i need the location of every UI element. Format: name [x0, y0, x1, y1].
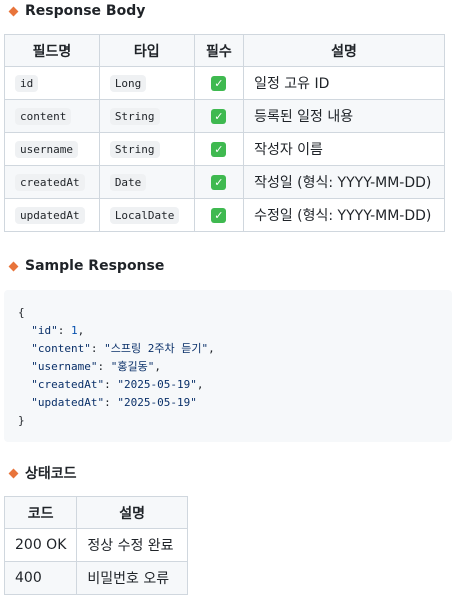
sample-response-title: Sample Response [25, 258, 165, 274]
field-name: createdAt [15, 174, 85, 191]
status-codes-title: 상태코드 [25, 466, 77, 482]
field-name: content [15, 108, 72, 125]
table-row: username String ✓ 작성자 이름 [4, 132, 445, 166]
json-trailing-comma: , [208, 342, 215, 355]
status-description: 정상 수정 완료 [76, 528, 188, 562]
table-header-row: 코드 설명 [3, 496, 188, 529]
status-codes-table: 코드 설명 200 OK 정상 수정 완료 400 비밀번호 오류 [3, 496, 188, 595]
status-codes-heading: 상태코드 [8, 463, 77, 483]
json-separator: : [90, 342, 105, 355]
json-trailing-comma: , [196, 378, 204, 391]
json-value: "홍길동" [110, 360, 155, 373]
response-body-table: 필드명 타입 필수 설명 id Long ✓ 일정 고유 ID content … [4, 34, 445, 232]
column-header-required: 필수 [193, 34, 245, 67]
field-type: Long [109, 75, 147, 92]
field-description: 작성일 (형식: YYYY-MM-DD) [243, 165, 445, 199]
required-cell: ✓ [193, 198, 245, 232]
field-cell: id [4, 66, 100, 100]
field-cell: createdAt [4, 165, 100, 199]
field-cell: content [4, 99, 100, 133]
json-value: "스프링 2주차 듣기" [104, 342, 209, 355]
json-key: "createdAt" [31, 378, 105, 391]
required-cell: ✓ [193, 66, 245, 100]
type-cell: String [98, 99, 195, 133]
field-name: id [15, 75, 39, 92]
json-key: "id" [31, 324, 58, 337]
diamond-bullet-icon [8, 468, 19, 478]
json-code-block[interactable]: { "id": 1, "content": "스프링 2주차 듣기", "use… [4, 290, 452, 442]
json-open-brace: { [18, 306, 25, 319]
table-row: id Long ✓ 일정 고유 ID [4, 66, 445, 100]
json-separator: : [104, 396, 118, 409]
response-body-title: Response Body [25, 3, 146, 19]
status-code: 400 [3, 561, 78, 595]
check-icon: ✓ [211, 208, 227, 223]
field-type: LocalDate [109, 207, 180, 224]
type-cell: Long [98, 66, 195, 100]
column-header-description: 설명 [76, 496, 188, 529]
type-cell: String [98, 132, 195, 166]
check-icon: ✓ [211, 175, 227, 190]
json-value: "2025-05-19" [117, 378, 197, 391]
diamond-bullet-icon [8, 261, 19, 271]
json-key: "content" [31, 342, 91, 355]
table-header-row: 필드명 타입 필수 설명 [4, 34, 445, 67]
field-description: 수정일 (형식: YYYY-MM-DD) [243, 198, 445, 232]
field-description: 등록된 일정 내용 [243, 99, 445, 133]
field-cell: updatedAt [4, 198, 100, 232]
table-row: 400 비밀번호 오류 [3, 561, 188, 595]
field-type: String [109, 141, 160, 158]
table-row: content String ✓ 등록된 일정 내용 [4, 99, 445, 133]
json-key: "username" [31, 360, 98, 373]
check-icon: ✓ [211, 109, 227, 124]
field-description: 작성자 이름 [243, 132, 445, 166]
field-description: 일정 고유 ID [243, 66, 445, 100]
column-header-code: 코드 [3, 496, 78, 529]
type-cell: LocalDate [98, 198, 195, 232]
status-description: 비밀번호 오류 [76, 561, 188, 595]
check-icon: ✓ [211, 76, 227, 91]
field-type: String [109, 108, 160, 125]
json-trailing-comma: , [77, 324, 85, 337]
sample-response-heading: Sample Response [8, 258, 164, 274]
column-header-description: 설명 [243, 34, 445, 67]
required-cell: ✓ [193, 132, 245, 166]
column-header-type: 타입 [98, 34, 195, 67]
json-value: "2025-05-19" [117, 396, 197, 409]
json-value: 1 [71, 324, 78, 337]
json-trailing-comma: , [154, 360, 161, 373]
field-type: Date [109, 174, 147, 191]
table-row: 200 OK 정상 수정 완료 [3, 528, 188, 562]
json-separator: : [97, 360, 111, 373]
table-row: createdAt Date ✓ 작성일 (형식: YYYY-MM-DD) [4, 165, 445, 199]
type-cell: Date [98, 165, 195, 199]
check-icon: ✓ [211, 142, 227, 157]
field-cell: username [4, 132, 100, 166]
column-header-field: 필드명 [4, 34, 100, 67]
response-body-heading: Response Body [8, 3, 145, 19]
table-row: updatedAt LocalDate ✓ 수정일 (형식: YYYY-MM-D… [4, 198, 445, 232]
json-separator: : [57, 324, 71, 337]
field-name: updatedAt [15, 207, 85, 224]
json-separator: : [104, 378, 118, 391]
status-code: 200 OK [3, 528, 78, 562]
json-key: "updatedAt" [31, 396, 105, 409]
diamond-bullet-icon [8, 6, 19, 16]
required-cell: ✓ [193, 165, 245, 199]
field-name: username [15, 141, 78, 158]
json-close-brace: } [18, 414, 25, 427]
required-cell: ✓ [193, 99, 245, 133]
